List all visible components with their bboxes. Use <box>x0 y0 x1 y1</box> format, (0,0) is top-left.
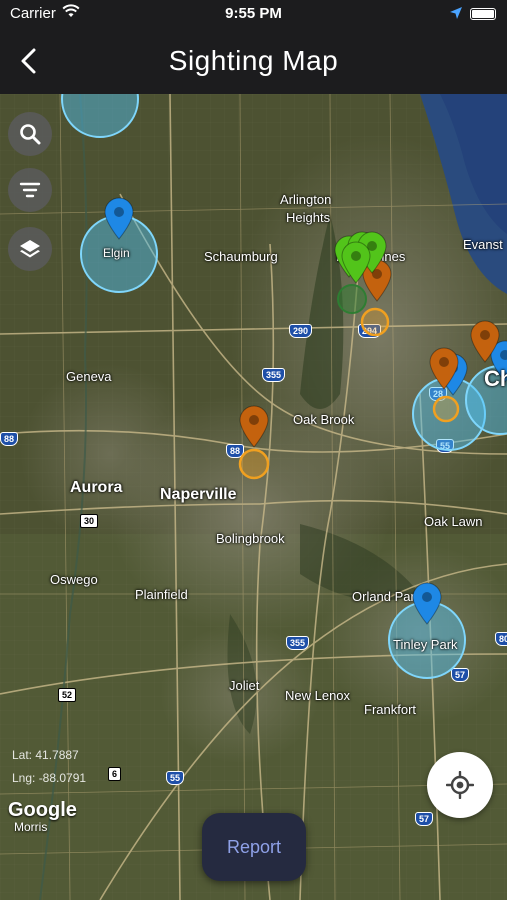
place-label: Tinley Park <box>393 637 458 652</box>
sighting-cluster[interactable] <box>61 94 139 138</box>
search-button[interactable] <box>8 112 52 156</box>
layers-button[interactable] <box>8 227 52 271</box>
report-button[interactable]: Report <box>202 813 306 881</box>
my-location-button[interactable] <box>427 752 493 818</box>
place-label: Morris <box>14 820 48 834</box>
filter-button[interactable] <box>8 168 52 212</box>
search-icon <box>20 124 41 145</box>
filter-icon <box>19 182 41 198</box>
place-label: Ch <box>484 366 507 391</box>
status-bar: Carrier 9:55 PM <box>0 0 507 28</box>
latitude-readout: Lat: 41.7887 <box>12 748 79 762</box>
map-view[interactable]: .pl { position:absolute; color:#fff; fon… <box>0 94 507 900</box>
map-pin-icon[interactable] <box>103 196 135 240</box>
page-title: Sighting Map <box>168 45 339 76</box>
nav-bar: Sighting Map <box>0 28 507 94</box>
map-pin-icon[interactable] <box>469 319 501 363</box>
map-pin-icon[interactable] <box>428 346 460 390</box>
place-label: Elgin <box>103 246 130 260</box>
map-pin-icon[interactable] <box>340 240 372 284</box>
status-time: 9:55 PM <box>225 5 282 22</box>
map-pin-icon[interactable] <box>411 581 443 625</box>
map-pin-icon[interactable] <box>238 404 270 448</box>
location-arrow-icon <box>450 7 462 19</box>
longitude-readout: Lng: -88.0791 <box>12 771 87 785</box>
crosshair-icon <box>446 771 474 799</box>
battery-icon <box>470 8 496 20</box>
report-button-label: Report <box>226 836 282 857</box>
layers-icon <box>20 240 40 258</box>
google-logo: Google <box>8 799 77 821</box>
